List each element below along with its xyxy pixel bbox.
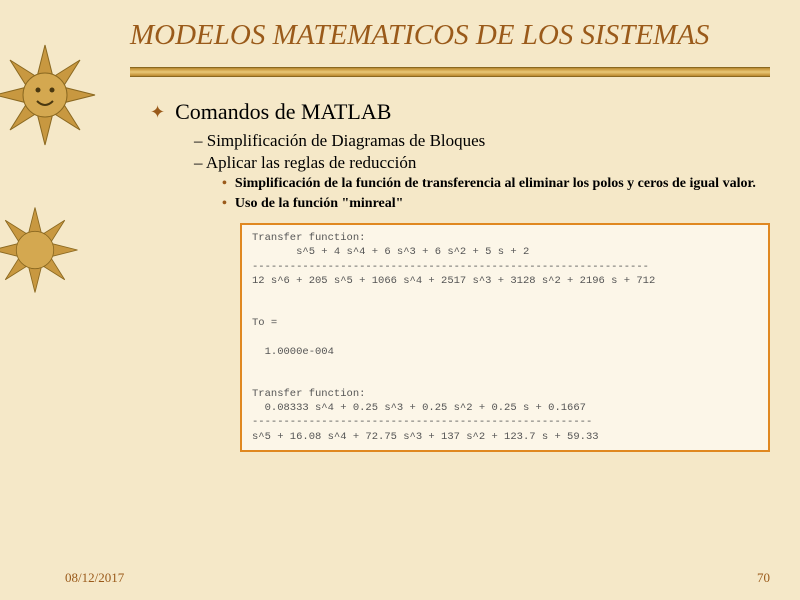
footer-date: 08/12/2017 <box>65 570 124 586</box>
slide-content: MODELOS MATEMATICOS DE LOS SISTEMAS ✦ Co… <box>130 18 770 452</box>
bullet-level1-text: Comandos de MATLAB <box>175 99 391 125</box>
code-output-box: Transfer function: s^5 + 4 s^4 + 6 s^3 +… <box>240 223 770 452</box>
dot-icon: • <box>222 195 227 213</box>
bullet-level2: Simplificación de Diagramas de Bloques <box>194 131 770 151</box>
bullet-level2-text: Simplificación de Diagramas de Bloques <box>207 131 486 150</box>
bullet-level3: • Simplificación de la función de transf… <box>222 175 770 193</box>
sun-decoration <box>0 40 120 390</box>
slide-body: ✦ Comandos de MATLAB Simplificación de D… <box>150 99 770 452</box>
bullet-level3-text: Uso de la función "minreal" <box>235 195 404 213</box>
bullet-level1: ✦ Comandos de MATLAB <box>150 99 770 125</box>
bullet-level3-text: Simplificación de la función de transfer… <box>235 175 756 193</box>
dot-icon: • <box>222 175 227 193</box>
footer-page-number: 70 <box>757 570 770 586</box>
slide-title: MODELOS MATEMATICOS DE LOS SISTEMAS <box>130 18 770 53</box>
bullet-level2: Aplicar las reglas de reducción <box>194 153 770 173</box>
bullet-level3: • Uso de la función "minreal" <box>222 195 770 213</box>
star-icon: ✦ <box>150 102 165 123</box>
bullet-level2-text: Aplicar las reglas de reducción <box>206 153 417 172</box>
title-divider <box>130 67 770 77</box>
